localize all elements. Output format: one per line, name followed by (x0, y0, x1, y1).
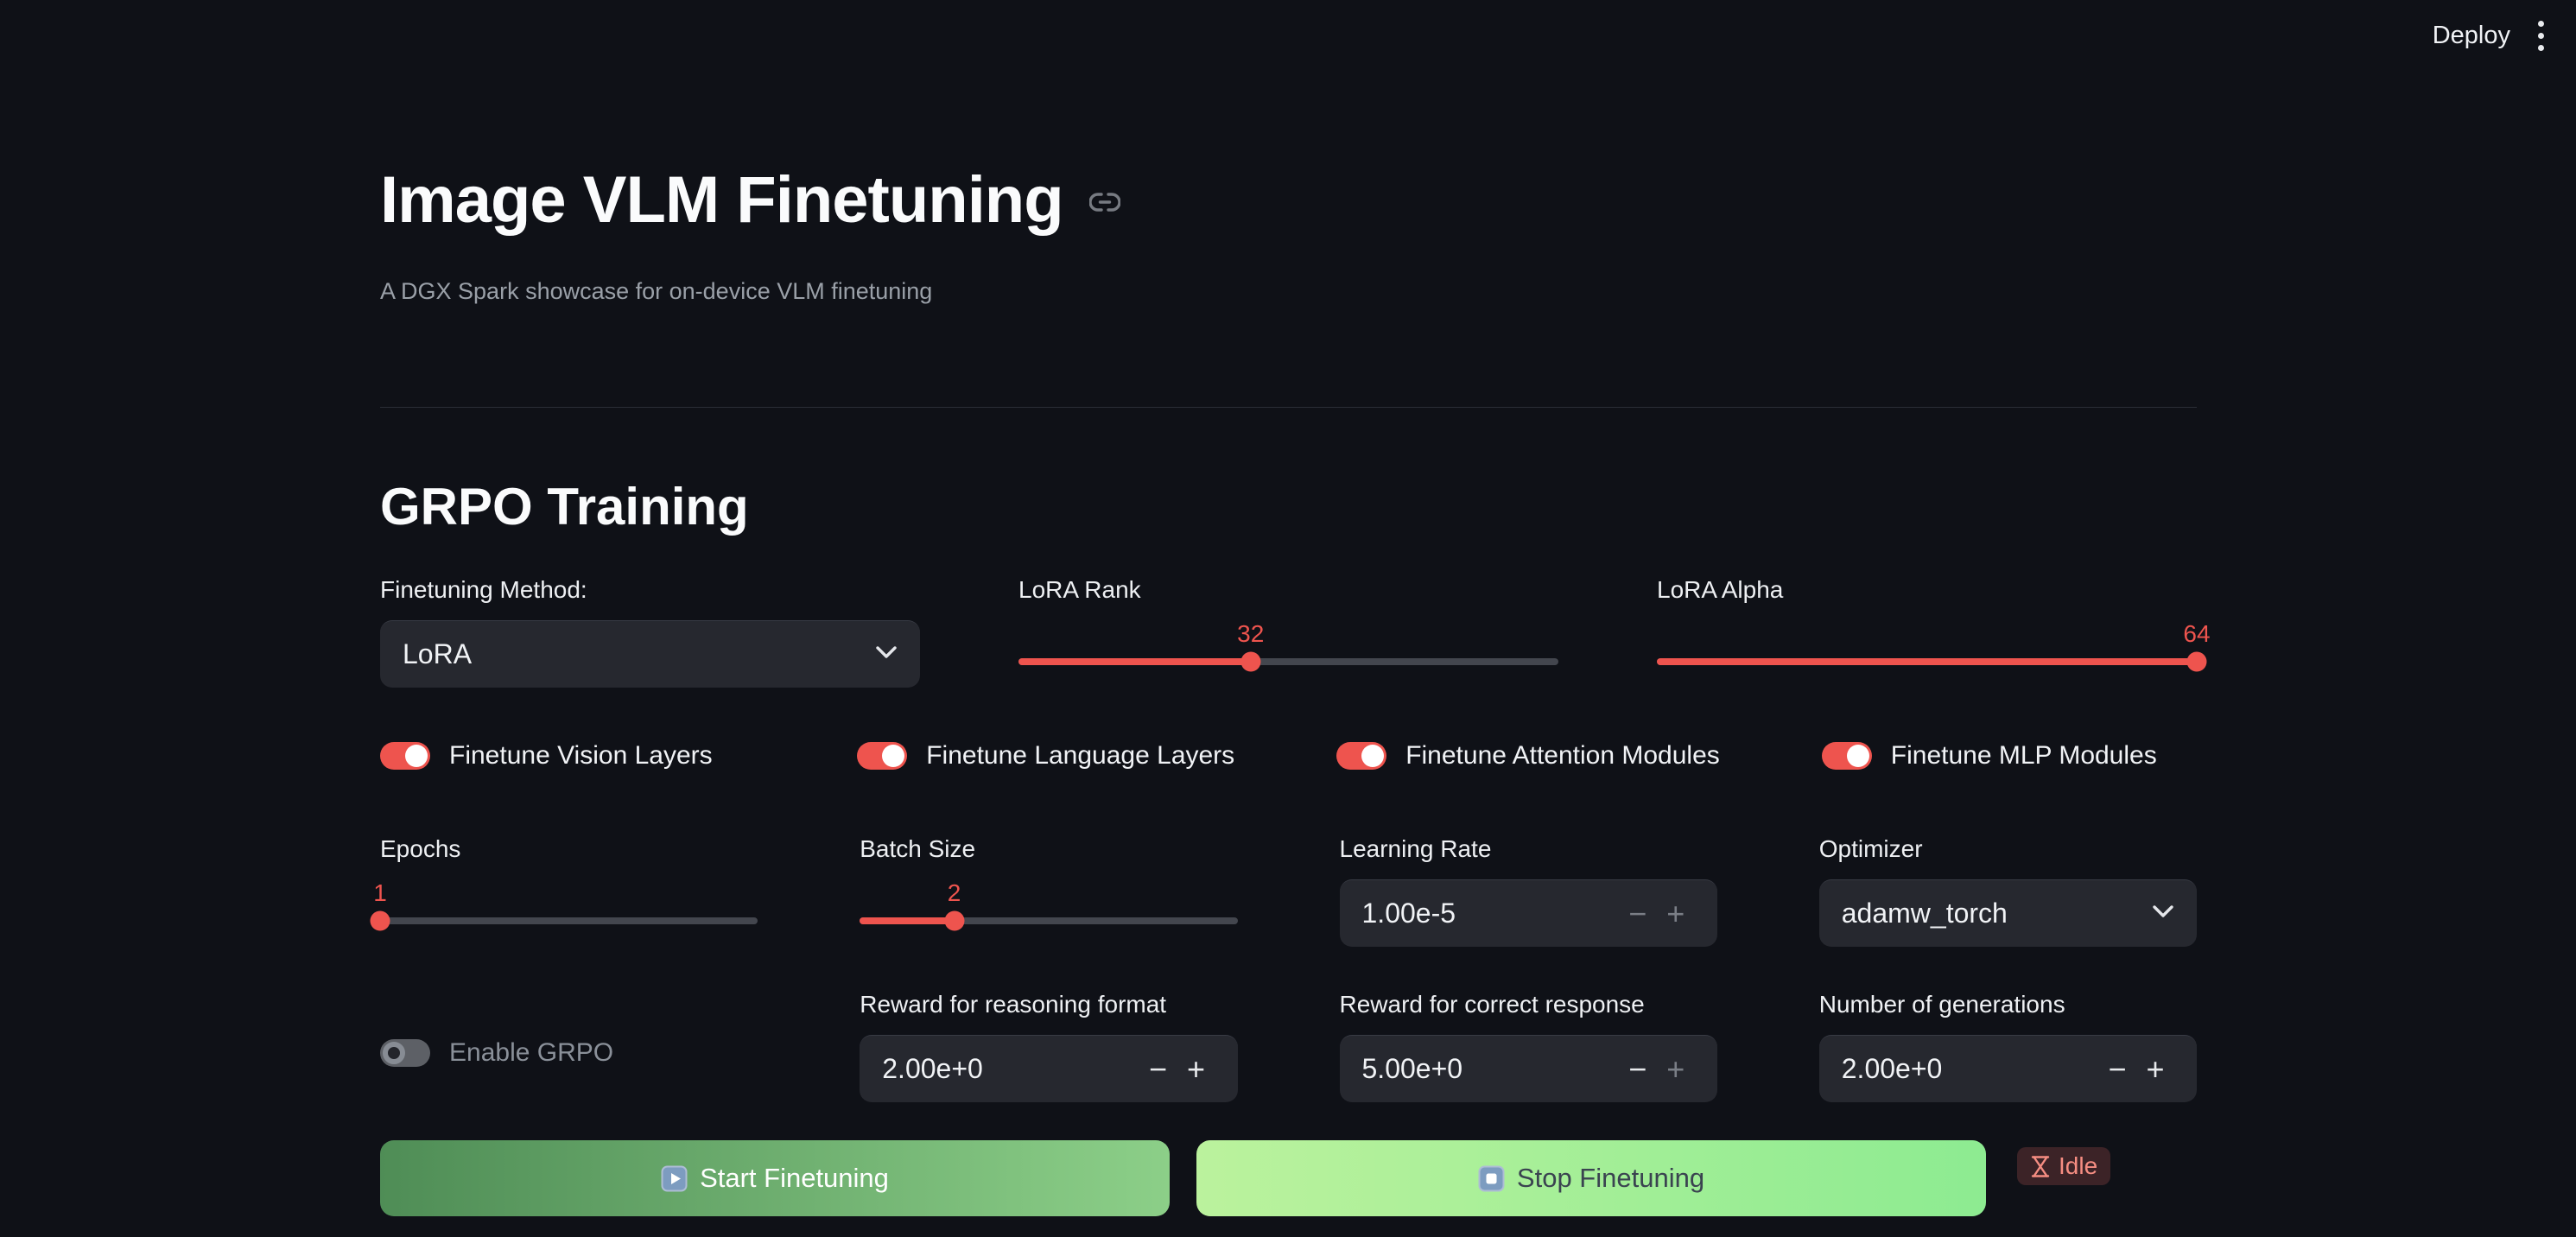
toggle-finetune-mlp-modules[interactable]: Finetune MLP Modules (1822, 741, 2197, 771)
finetuning-method-dropdown[interactable]: LoRA (380, 620, 920, 688)
lora-rank-slider[interactable]: 32 (1018, 620, 1558, 672)
slider-handle[interactable] (371, 911, 390, 931)
decrement-button[interactable]: − (1139, 1051, 1177, 1088)
stop-finetuning-button[interactable]: Stop Finetuning (1196, 1140, 1986, 1216)
reward-correct-label: Reward for correct response (1340, 990, 1717, 1019)
toggle-label: Enable GRPO (449, 1038, 613, 1068)
slider-handle[interactable] (944, 911, 964, 931)
lora-rank-label: LoRA Rank (1018, 575, 1558, 605)
toggle-finetune-language-layers[interactable]: Finetune Language Layers (857, 741, 1234, 771)
finetuning-method-value: LoRA (403, 638, 865, 670)
toggle-enable-grpo[interactable]: Enable GRPO (380, 1004, 758, 1102)
increment-button[interactable]: + (1657, 1051, 1695, 1088)
app-header: Deploy (2433, 16, 2547, 55)
hourglass-icon (2030, 1155, 2051, 1178)
increment-button[interactable]: + (2136, 1051, 2174, 1088)
learning-rate-input[interactable]: 1.00e-5 − + (1340, 879, 1717, 947)
toggle-knob (405, 745, 428, 767)
toggle-switch[interactable] (1336, 742, 1386, 770)
toggle-knob (1847, 745, 1869, 767)
lora-alpha-label: LoRA Alpha (1657, 575, 2197, 605)
toggle-label: Finetune Language Layers (926, 741, 1234, 771)
status-label: Idle (2059, 1152, 2097, 1180)
page-title: Image VLM Finetuning (380, 162, 1063, 238)
link-icon[interactable] (1089, 192, 1120, 217)
kebab-menu-icon[interactable] (2535, 16, 2547, 55)
num-generations-field: Number of generations 2.00e+0 − + (1819, 990, 2197, 1102)
finetuning-method-field: Finetuning Method: LoRA (380, 575, 920, 688)
toggle-label: Finetune Attention Modules (1405, 741, 1720, 771)
slider-track[interactable] (1657, 658, 2197, 665)
divider (380, 407, 2197, 408)
learning-rate-label: Learning Rate (1340, 834, 1717, 864)
reward-correct-field: Reward for correct response 5.00e+0 − + (1340, 990, 1717, 1102)
slider-track[interactable] (1018, 658, 1558, 665)
stop-icon (1478, 1165, 1505, 1192)
reward-format-label: Reward for reasoning format (860, 990, 1237, 1019)
finetuning-method-label: Finetuning Method: (380, 575, 920, 605)
batch-size-field: Batch Size 2 (860, 834, 1237, 947)
increment-button[interactable]: + (1177, 1051, 1215, 1088)
toggle-knob (383, 1042, 405, 1064)
slider-handle[interactable] (1240, 652, 1260, 672)
deploy-button[interactable]: Deploy (2433, 22, 2510, 50)
slider-handle[interactable] (2187, 652, 2207, 672)
lora-alpha-slider[interactable]: 64 (1657, 620, 2197, 672)
start-finetuning-button[interactable]: Start Finetuning (380, 1140, 1170, 1216)
slider-track[interactable] (380, 917, 758, 924)
optimizer-label: Optimizer (1819, 834, 2197, 864)
reward-correct-input[interactable]: 5.00e+0 − + (1340, 1035, 1717, 1102)
slider-fill (1657, 658, 2197, 665)
decrement-button[interactable]: − (1619, 896, 1657, 932)
epochs-slider[interactable]: 1 (380, 879, 758, 931)
toggle-switch[interactable] (380, 1039, 430, 1067)
lora-rank-field: LoRA Rank 32 (1018, 575, 1558, 688)
toggle-label: Finetune MLP Modules (1891, 741, 2157, 771)
optimizer-field: Optimizer adamw_torch (1819, 834, 2197, 947)
chevron-down-icon (875, 645, 898, 663)
increment-button[interactable]: + (1657, 896, 1695, 932)
epochs-field: Epochs 1 (380, 834, 758, 947)
toggle-label: Finetune Vision Layers (449, 741, 713, 771)
num-generations-value[interactable]: 2.00e+0 (1842, 1053, 2098, 1085)
toggle-switch[interactable] (380, 742, 430, 770)
epochs-value: 1 (373, 879, 387, 907)
decrement-button[interactable]: − (2098, 1051, 2136, 1088)
reward-format-value[interactable]: 2.00e+0 (882, 1053, 1139, 1085)
toggle-finetune-vision-layers[interactable]: Finetune Vision Layers (380, 741, 755, 771)
play-icon (661, 1165, 688, 1192)
learning-rate-value[interactable]: 1.00e-5 (1362, 898, 1619, 929)
batch-size-label: Batch Size (860, 834, 1237, 864)
num-generations-label: Number of generations (1819, 990, 2197, 1019)
batch-size-slider[interactable]: 2 (860, 879, 1237, 931)
num-generations-input[interactable]: 2.00e+0 − + (1819, 1035, 2197, 1102)
lora-alpha-value: 64 (2183, 620, 2210, 648)
lora-alpha-field: LoRA Alpha 64 (1657, 575, 2197, 688)
epochs-label: Epochs (380, 834, 758, 864)
stop-finetuning-label: Stop Finetuning (1517, 1163, 1704, 1194)
optimizer-value: adamw_torch (1842, 898, 2141, 929)
slider-fill (860, 917, 954, 924)
start-finetuning-label: Start Finetuning (700, 1163, 889, 1194)
toggle-switch[interactable] (1822, 742, 1872, 770)
toggle-switch[interactable] (857, 742, 907, 770)
page-subtitle: A DGX Spark showcase for on-device VLM f… (380, 278, 932, 305)
optimizer-dropdown[interactable]: adamw_torch (1819, 879, 2197, 947)
reward-format-field: Reward for reasoning format 2.00e+0 − + (860, 990, 1237, 1102)
lora-rank-value: 32 (1237, 620, 1264, 648)
toggle-knob (882, 745, 904, 767)
toggle-knob (1361, 745, 1384, 767)
toggle-finetune-attention-modules[interactable]: Finetune Attention Modules (1336, 741, 1720, 771)
main-content: Image VLM Finetuning A DGX Spark showcas… (380, 0, 2197, 1237)
batch-size-value: 2 (948, 879, 961, 907)
reward-format-input[interactable]: 2.00e+0 − + (860, 1035, 1237, 1102)
learning-rate-field: Learning Rate 1.00e-5 − + (1340, 834, 1717, 947)
slider-fill (1018, 658, 1251, 665)
reward-correct-value[interactable]: 5.00e+0 (1362, 1053, 1619, 1085)
section-heading: GRPO Training (380, 477, 749, 536)
chevron-down-icon (2152, 904, 2174, 923)
status-badge: Idle (2017, 1147, 2110, 1185)
decrement-button[interactable]: − (1619, 1051, 1657, 1088)
slider-track[interactable] (860, 917, 1237, 924)
